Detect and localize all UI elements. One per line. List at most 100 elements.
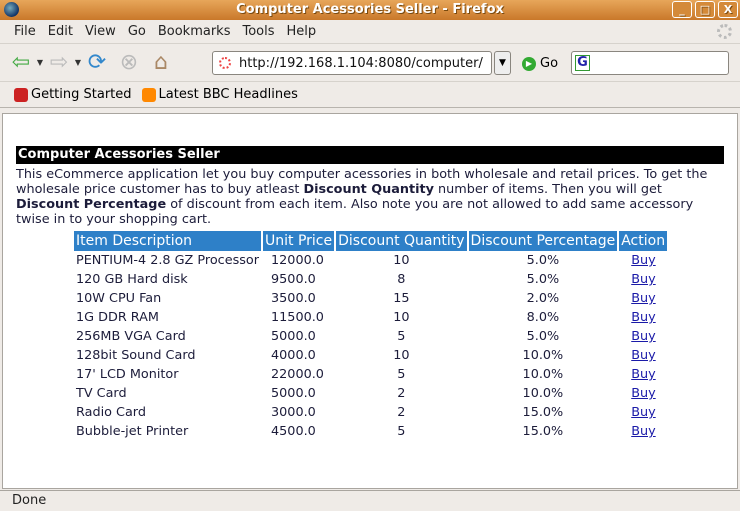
buy-link[interactable]: Buy bbox=[631, 291, 655, 306]
table-row: 17' LCD Monitor 22000.0 5 10.0% Buy bbox=[74, 365, 667, 384]
unit-price: 4500.0 bbox=[271, 424, 316, 439]
discount-percentage: 15.0% bbox=[522, 424, 564, 439]
unit-price: 9500.0 bbox=[271, 272, 316, 287]
rss-feed-icon bbox=[141, 87, 156, 102]
buy-link[interactable]: Buy bbox=[631, 386, 655, 401]
menu-tools[interactable]: Tools bbox=[236, 24, 280, 39]
bookmark-bbc-headlines[interactable]: Latest BBC Headlines bbox=[141, 87, 298, 102]
discount-percentage: 10.0% bbox=[522, 348, 564, 363]
unit-price: 11500.0 bbox=[271, 310, 324, 325]
desc-bold: Discount Percentage bbox=[16, 197, 167, 212]
action-cell: Buy bbox=[619, 270, 667, 289]
action-cell: Buy bbox=[619, 365, 667, 384]
discount-quantity: 2 bbox=[397, 386, 406, 401]
discount-quantity: 10 bbox=[393, 310, 410, 325]
forward-dropdown-icon[interactable]: ▼ bbox=[72, 58, 84, 67]
loading-icon bbox=[219, 57, 231, 69]
title-bar: Computer Acessories Seller - Firefox _ □… bbox=[0, 0, 740, 20]
desc-bold: Discount Quantity bbox=[303, 182, 434, 197]
discount-percentage: 8.0% bbox=[526, 310, 560, 325]
reload-icon[interactable]: ⟳ bbox=[84, 50, 110, 76]
buy-link[interactable]: Buy bbox=[631, 405, 655, 420]
discount-percentage: 10.0% bbox=[522, 386, 564, 401]
menu-go[interactable]: Go bbox=[122, 24, 152, 39]
menu-edit[interactable]: Edit bbox=[42, 24, 79, 39]
item-description: 17' LCD Monitor bbox=[76, 367, 179, 382]
unit-price: 22000.0 bbox=[271, 367, 324, 382]
discount-percentage: 5.0% bbox=[526, 253, 560, 268]
discount-quantity: 15 bbox=[393, 291, 410, 306]
stop-icon[interactable]: ⊗ bbox=[116, 50, 142, 76]
discount-percentage: 15.0% bbox=[522, 405, 564, 420]
discount-quantity: 5 bbox=[397, 367, 406, 382]
bookmark-label: Getting Started bbox=[31, 87, 132, 102]
accessories-table: Item Description Unit Price Discount Quant… bbox=[72, 231, 669, 441]
table-row: 1G DDR RAM 11500.0 10 8.0% Buy bbox=[74, 308, 667, 327]
table-row: TV Card 5000.0 2 10.0% Buy bbox=[74, 384, 667, 403]
url-input[interactable]: http://192.168.1.104:8080/computer/ bbox=[212, 51, 492, 75]
unit-price: 3500.0 bbox=[271, 291, 316, 306]
item-description: PENTIUM-4 2.8 GZ Processor bbox=[76, 253, 260, 268]
discount-quantity: 2 bbox=[397, 405, 406, 420]
menu-file[interactable]: File bbox=[8, 24, 42, 39]
column-header: Unit Price bbox=[263, 231, 335, 251]
page-content: Computer Acessories Seller This eCommerc… bbox=[2, 113, 738, 489]
menu-view[interactable]: View bbox=[79, 24, 122, 39]
discount-percentage: 2.0% bbox=[526, 291, 560, 306]
action-cell: Buy bbox=[619, 346, 667, 365]
menu-bookmarks[interactable]: Bookmarks bbox=[152, 24, 237, 39]
discount-quantity: 10 bbox=[393, 348, 410, 363]
item-description: Bubble-jet Printer bbox=[76, 424, 189, 439]
close-button[interactable]: X bbox=[718, 1, 738, 18]
table-row: 128bit Sound Card 4000.0 10 10.0% Buy bbox=[74, 346, 667, 365]
buy-link[interactable]: Buy bbox=[631, 424, 655, 439]
buy-link[interactable]: Buy bbox=[631, 348, 655, 363]
item-description: 10W CPU Fan bbox=[76, 291, 162, 306]
window-title: Computer Acessories Seller - Firefox bbox=[236, 2, 504, 17]
action-cell: Buy bbox=[619, 308, 667, 327]
unit-price: 4000.0 bbox=[271, 348, 316, 363]
go-button[interactable]: ▶ Go bbox=[522, 56, 558, 71]
buy-link[interactable]: Buy bbox=[631, 329, 655, 344]
navigation-toolbar: ⇦ ▼ ⇨ ▼ ⟳ ⊗ ⌂ http://192.168.1.104:8080/… bbox=[0, 44, 740, 82]
minimize-button[interactable]: _ bbox=[672, 1, 692, 18]
action-cell: Buy bbox=[619, 289, 667, 308]
item-description: TV Card bbox=[76, 386, 127, 401]
menu-help[interactable]: Help bbox=[281, 24, 323, 39]
forward-arrow-icon[interactable]: ⇨ bbox=[46, 50, 72, 76]
discount-percentage: 5.0% bbox=[526, 329, 560, 344]
buy-link[interactable]: Buy bbox=[631, 272, 655, 287]
status-text: Done bbox=[12, 493, 47, 508]
column-header: Discount Quantity bbox=[336, 231, 467, 251]
unit-price: 5000.0 bbox=[271, 329, 316, 344]
search-input[interactable]: G bbox=[571, 51, 729, 75]
discount-quantity: 10 bbox=[393, 253, 410, 268]
table-row: 10W CPU Fan 3500.0 15 2.0% Buy bbox=[74, 289, 667, 308]
go-label: Go bbox=[540, 56, 559, 71]
desc-text: number of items. Then you will get bbox=[433, 182, 662, 197]
item-description: Radio Card bbox=[76, 405, 146, 420]
throbber-icon bbox=[717, 24, 732, 39]
unit-price: 12000.0 bbox=[271, 253, 324, 268]
unit-price: 5000.0 bbox=[271, 386, 316, 401]
google-search-icon: G bbox=[575, 55, 590, 71]
bookmark-getting-started[interactable]: Getting Started bbox=[14, 87, 132, 102]
buy-link[interactable]: Buy bbox=[631, 367, 655, 382]
buy-link[interactable]: Buy bbox=[631, 310, 655, 325]
home-icon[interactable]: ⌂ bbox=[148, 50, 174, 76]
buy-link[interactable]: Buy bbox=[631, 253, 655, 268]
table-row: Bubble-jet Printer 4500.0 5 15.0% Buy bbox=[74, 422, 667, 441]
maximize-button[interactable]: □ bbox=[695, 1, 715, 18]
table-row: Radio Card 3000.0 2 15.0% Buy bbox=[74, 403, 667, 422]
action-cell: Buy bbox=[619, 403, 667, 422]
url-history-dropdown[interactable]: ▼ bbox=[494, 51, 511, 75]
item-description: 1G DDR RAM bbox=[76, 310, 159, 325]
bookmark-label: Latest BBC Headlines bbox=[158, 87, 298, 102]
back-dropdown-icon[interactable]: ▼ bbox=[34, 58, 46, 67]
back-arrow-icon[interactable]: ⇦ bbox=[8, 50, 34, 76]
action-cell: Buy bbox=[619, 422, 667, 441]
table-row: 256MB VGA Card 5000.0 5 5.0% Buy bbox=[74, 327, 667, 346]
column-header: Discount Percentage bbox=[468, 231, 618, 251]
page-heading: Computer Acessories Seller bbox=[16, 146, 724, 164]
item-description: 256MB VGA Card bbox=[76, 329, 186, 344]
